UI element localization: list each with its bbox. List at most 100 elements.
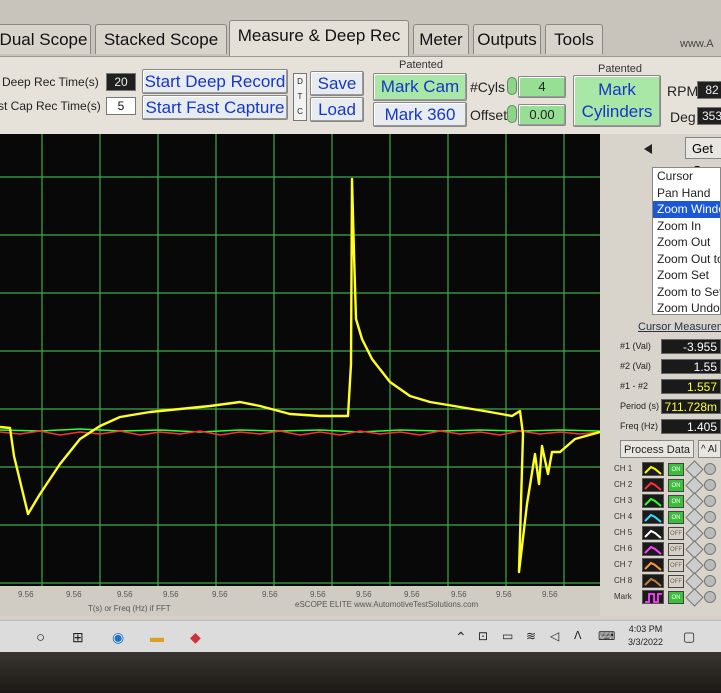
circle-icon[interactable]: [704, 527, 716, 539]
channel-4-color-icon[interactable]: [642, 510, 664, 524]
cursor-tool-menu: Cursor Pan Hand Zoom Windo Zoom In Zoom …: [652, 167, 721, 315]
channel-toggle[interactable]: ON: [668, 495, 684, 508]
x-axis-caption: T(s) or Freq (Hz) if FFT: [88, 604, 171, 613]
tick-label: 9.56: [18, 590, 34, 599]
circle-icon[interactable]: [704, 591, 716, 603]
brand-label: eSCOPE ELITE www.AutomotiveTestSolutions…: [295, 600, 479, 609]
channel-toggle[interactable]: ON: [668, 511, 684, 524]
deep-rec-time-label: Deep Rec Time(s): [2, 75, 99, 89]
circle-icon[interactable]: [704, 575, 716, 587]
channel-1-trace: [0, 177, 600, 574]
scope-display[interactable]: [0, 134, 600, 586]
tab-stacked-scope[interactable]: Stacked Scope: [95, 24, 227, 54]
dtc-toggle[interactable]: D T C: [293, 73, 307, 121]
language-icon[interactable]: ᐱ: [574, 629, 582, 642]
mark-cam-button[interactable]: Mark Cam: [373, 73, 467, 101]
channel-toggle[interactable]: OFF: [668, 527, 684, 540]
circle-icon[interactable]: [704, 463, 716, 475]
tab-measure-deep-rec[interactable]: Measure & Deep Rec: [229, 20, 409, 56]
save-button[interactable]: Save: [310, 71, 364, 96]
right-tool-panel: Get C Cursor Pan Hand Zoom Windo Zoom In…: [600, 134, 721, 616]
network-icon[interactable]: ⊡: [478, 629, 488, 643]
channel-3-color-icon[interactable]: [642, 494, 664, 508]
menu-item-zoom-undo[interactable]: Zoom Undo: [653, 300, 720, 317]
wifi-icon[interactable]: ≋: [526, 629, 536, 643]
tick-label: 9.56: [310, 590, 326, 599]
menu-item-pan-hand[interactable]: Pan Hand: [653, 185, 720, 202]
channel-toggle[interactable]: OFF: [668, 575, 684, 588]
tab-tools[interactable]: Tools: [545, 24, 603, 54]
channel-toggle[interactable]: OFF: [668, 559, 684, 572]
channel-5-color-icon[interactable]: [642, 526, 664, 540]
circle-icon[interactable]: [704, 543, 716, 555]
volume-icon[interactable]: ◁: [550, 629, 559, 643]
tick-label: 9.56: [262, 590, 278, 599]
tick-label: 9.56: [66, 590, 82, 599]
menu-item-zoom-out[interactable]: Zoom Out: [653, 234, 720, 251]
channel-1-color-icon[interactable]: [642, 462, 664, 476]
deg-value: 353: [697, 107, 721, 125]
deep-rec-time-input[interactable]: 20: [106, 73, 136, 91]
menu-item-cursor[interactable]: Cursor: [653, 168, 720, 185]
tab-meter[interactable]: Meter: [413, 24, 469, 54]
auto-level-button[interactable]: ^ Al: [698, 440, 721, 458]
channel-toggle[interactable]: ON: [668, 479, 684, 492]
mark-square-wave-icon[interactable]: [642, 590, 664, 604]
offset-spinner[interactable]: [507, 105, 517, 123]
menu-item-zoom-in[interactable]: Zoom In: [653, 218, 720, 235]
menu-item-zoom-to-set[interactable]: Zoom to Set: [653, 284, 720, 301]
diamond-icon[interactable]: [685, 588, 704, 607]
measurement-label: #2 (Val): [620, 361, 651, 371]
cyls-spinner[interactable]: [507, 77, 517, 95]
start-fast-capture-button[interactable]: Start Fast Capture: [142, 95, 288, 120]
tick-label: 9.56: [356, 590, 372, 599]
offset-input[interactable]: 0.00: [518, 104, 566, 126]
circle-icon[interactable]: [704, 495, 716, 507]
circle-icon[interactable]: [704, 479, 716, 491]
task-view-icon[interactable]: ⊞: [72, 629, 84, 646]
menu-item-zoom-set[interactable]: Zoom Set: [653, 267, 720, 284]
tab-dual-scope[interactable]: Dual Scope: [0, 24, 91, 54]
file-explorer-icon[interactable]: ▬: [150, 629, 164, 645]
scope-waveform: [0, 134, 600, 586]
tick-label: 9.56: [404, 590, 420, 599]
mark-cylinders-button[interactable]: Mark Cylinders: [573, 75, 661, 127]
channel-8-color-icon[interactable]: [642, 574, 664, 588]
offset-label: Offset: [470, 107, 508, 123]
channel-6-color-icon[interactable]: [642, 542, 664, 556]
monitor-bezel: [0, 652, 721, 693]
tick-label: 9.56: [212, 590, 228, 599]
start-deep-record-button[interactable]: Start Deep Record: [142, 69, 288, 94]
chevron-up-icon[interactable]: ⌃: [455, 629, 467, 646]
tick-label: 9.56: [163, 590, 179, 599]
measurement-value: 1.557: [661, 379, 721, 394]
usb-icon[interactable]: ▭: [502, 629, 513, 643]
circle-icon[interactable]: [704, 511, 716, 523]
circle-icon[interactable]: [704, 559, 716, 571]
channel-toggle[interactable]: ON: [668, 463, 684, 476]
channel-toggle[interactable]: OFF: [668, 543, 684, 556]
menu-item-zoom-out-to[interactable]: Zoom Out to: [653, 251, 720, 268]
measurement-label: Freq (Hz): [620, 421, 658, 431]
channel-7-color-icon[interactable]: [642, 558, 664, 572]
load-button[interactable]: Load: [310, 97, 364, 122]
scope-grid: [0, 134, 600, 586]
keyboard-icon[interactable]: ⌨: [598, 629, 615, 643]
channel-2-color-icon[interactable]: [642, 478, 664, 492]
mark-360-button[interactable]: Mark 360: [373, 102, 467, 127]
fast-cap-time-input[interactable]: 5: [106, 97, 136, 115]
process-data-button[interactable]: Process Data: [620, 440, 694, 458]
get-cursor-button[interactable]: Get C: [685, 137, 721, 178]
edge-browser-icon[interactable]: ◉: [112, 629, 124, 646]
search-circle-icon[interactable]: ○: [36, 629, 45, 646]
tab-outputs[interactable]: Outputs: [473, 24, 541, 54]
channel-name: CH 1: [614, 464, 633, 473]
website-label: www.A: [680, 38, 714, 50]
system-clock[interactable]: 4:03 PM 3/3/2022: [628, 623, 663, 649]
channel-name: CH 3: [614, 496, 633, 505]
channel-toggle[interactable]: ON: [668, 591, 684, 604]
menu-item-zoom-window[interactable]: Zoom Windo: [653, 201, 720, 218]
notification-icon[interactable]: ▢: [683, 629, 695, 645]
escope-app-icon[interactable]: ◆: [190, 629, 201, 646]
cyls-input[interactable]: 4: [518, 76, 566, 98]
